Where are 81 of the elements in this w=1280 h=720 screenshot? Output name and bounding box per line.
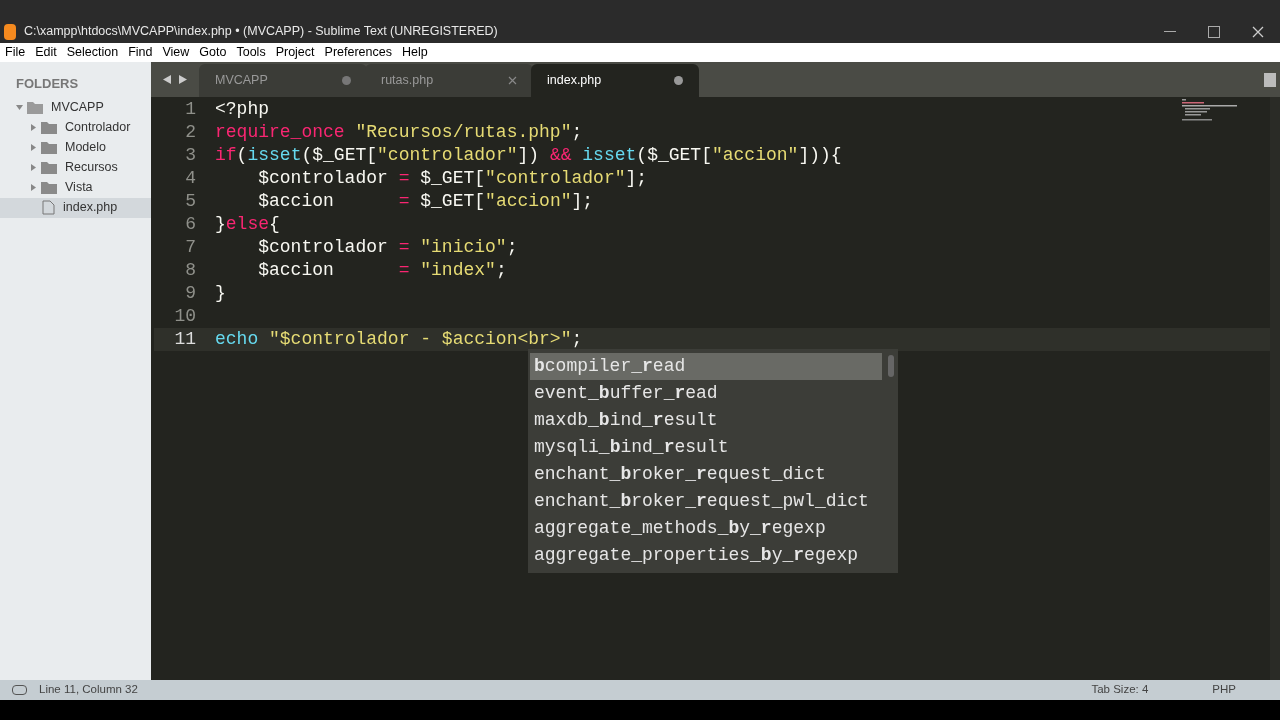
completion-item[interactable]: aggregate_methods_by_regexp: [530, 515, 882, 542]
menu-item[interactable]: Selection: [66, 43, 119, 62]
tab[interactable]: rutas.php: [365, 64, 533, 97]
completion-item[interactable]: maxdb_bind_result: [530, 407, 882, 434]
tab-label: rutas.php: [381, 72, 434, 90]
folder-icon: [41, 161, 57, 174]
code-text: require_once "Recursos/rutas.php";: [215, 121, 583, 144]
tab-label: index.php: [547, 72, 602, 90]
menu-item[interactable]: Help: [401, 43, 428, 62]
folder-icon: [41, 181, 57, 194]
tree-label: Controlador: [65, 119, 131, 137]
tree-item[interactable]: index.php: [0, 197, 151, 218]
line-number: 6: [184, 213, 196, 236]
folder-icon: [41, 121, 57, 134]
menu-item[interactable]: Tools: [236, 43, 266, 62]
completion-item[interactable]: event_buffer_read: [530, 380, 882, 407]
tree-label: Modelo: [65, 139, 106, 157]
line-number: 10: [173, 305, 196, 328]
app-logo-icon: [4, 23, 16, 40]
previous-tab-icon[interactable]: [163, 75, 171, 84]
completion-item[interactable]: aggregate_properties_by_regexp: [530, 542, 882, 569]
completion-item[interactable]: enchant_broker_request_dict: [530, 461, 882, 488]
line-number: 11: [173, 328, 196, 351]
code-text: $controlador = "inicio";: [257, 236, 518, 259]
collapsed-arrow-icon[interactable]: [30, 124, 37, 131]
menu-item[interactable]: Preferences: [324, 43, 392, 62]
tree-label: index.php: [63, 199, 118, 217]
sidebar-heading: FOLDERS: [15, 75, 80, 93]
tree-label: Recursos: [65, 159, 118, 177]
line-number: 1: [184, 98, 196, 121]
tab-label: MVCAPP: [215, 72, 268, 90]
tab[interactable]: index.php: [531, 64, 699, 97]
line-number: 8: [184, 259, 196, 282]
completion-item[interactable]: enchant_broker_request_pwl_dict: [530, 488, 882, 515]
collapsed-arrow-icon[interactable]: [30, 164, 37, 171]
collapsed-arrow-icon[interactable]: [30, 184, 37, 191]
line-number: 2: [184, 121, 196, 144]
code-text: $controlador = $_GET["controlador"];: [257, 167, 648, 190]
line-number: 3: [184, 144, 196, 167]
console-icon[interactable]: [12, 685, 27, 695]
cursor-position: Line 11, Column 32: [39, 682, 138, 698]
menu-item[interactable]: Edit: [35, 43, 57, 62]
menu-item[interactable]: View: [162, 43, 190, 62]
expanded-arrow-icon[interactable]: [16, 104, 23, 111]
menu-item[interactable]: File: [5, 43, 26, 62]
tab-size[interactable]: Tab Size: 4: [1091, 681, 1149, 699]
tab[interactable]: MVCAPP: [199, 64, 367, 97]
tree-item[interactable]: Modelo: [0, 137, 151, 158]
folder-icon: [27, 101, 43, 114]
completion-item[interactable]: bcompiler_read: [530, 353, 882, 380]
folder-icon: [41, 141, 57, 154]
collapsed-arrow-icon[interactable]: [30, 144, 37, 151]
line-number: 4: [184, 167, 196, 190]
code-text: <?php: [215, 98, 269, 121]
menu-item[interactable]: Goto: [199, 43, 227, 62]
code-text: $accion = $_GET["accion"];: [257, 190, 594, 213]
code-text: }: [215, 282, 226, 305]
tree-label: MVCAPP: [51, 99, 104, 117]
file-icon: [42, 200, 55, 215]
tree-label: Vista: [65, 179, 93, 197]
line-number: 9: [184, 282, 196, 305]
tab-list-icon[interactable]: [1264, 72, 1276, 87]
next-tab-icon[interactable]: [179, 75, 187, 84]
completion-item[interactable]: mysqli_bind_result: [530, 434, 882, 461]
tree-item[interactable]: MVCAPP: [0, 97, 151, 118]
close-icon[interactable]: [1252, 25, 1264, 38]
line-number: 5: [184, 190, 196, 213]
menu-item[interactable]: Project: [275, 43, 315, 62]
tree-item[interactable]: Controlador: [0, 117, 151, 138]
tree-item[interactable]: Vista: [0, 177, 151, 198]
code-text: }else{: [215, 213, 280, 236]
code-text: echo "$controlador - $accion<br>";: [215, 328, 583, 351]
window-title: C:\xampp\htdocs\MVCAPP\index.php • (MVCAPP) - Sublime Text (UNREGISTERED): [24, 23, 498, 41]
line-number: 7: [184, 236, 196, 259]
scrollbar-thumb[interactable]: [888, 355, 894, 377]
tree-item[interactable]: Recursos: [0, 157, 151, 178]
code-text: if(isset($_GET["controlador"]) && isset($_GET["accion"])){: [215, 144, 842, 167]
menu-item[interactable]: Find: [128, 43, 153, 62]
syntax-mode[interactable]: PHP: [1212, 681, 1236, 699]
code-text: $accion = "index";: [257, 259, 507, 282]
restore-button[interactable]: [1208, 25, 1220, 38]
